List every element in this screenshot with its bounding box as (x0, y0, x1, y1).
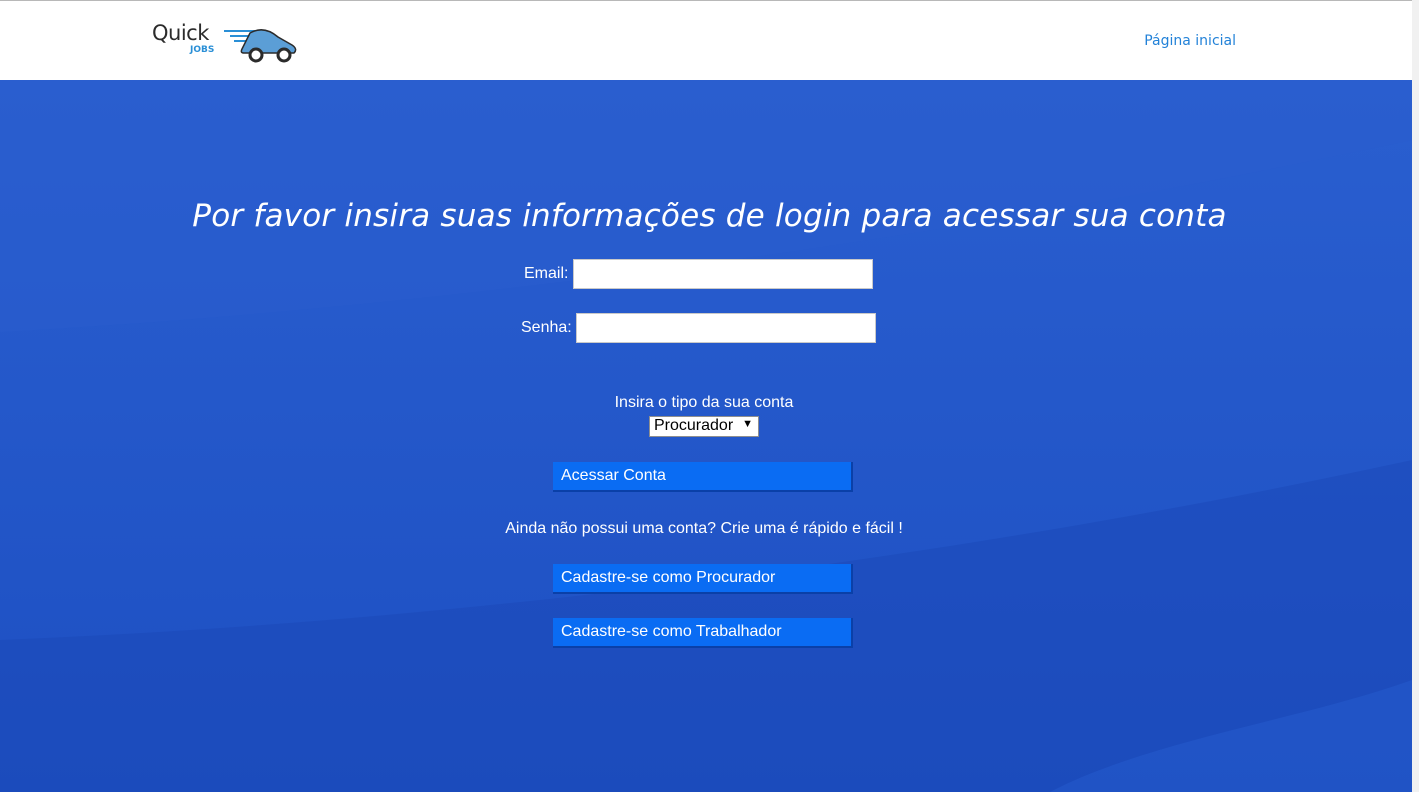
account-type-select[interactable]: Procurador ▼ (649, 416, 759, 437)
login-button[interactable]: Acessar Conta (553, 462, 853, 492)
signup-trabalhador-button[interactable]: Cadastre-se como Trabalhador (553, 618, 853, 648)
email-label: Email: (524, 265, 569, 282)
login-page: Quick JOBS Página inicial Por favor insi… (0, 0, 1419, 792)
quickjobs-logo[interactable]: Quick JOBS (150, 19, 300, 67)
password-label: Senha: (521, 319, 572, 336)
chevron-down-icon: ▼ (742, 418, 753, 430)
scrollbar[interactable] (1412, 0, 1419, 792)
page-title: Por favor insira suas informações de log… (192, 198, 1227, 234)
logo-word: Quick (152, 21, 209, 45)
account-type-value: Procurador (654, 417, 734, 434)
signup-prompt: Ainda não possui uma conta? Crie uma é r… (505, 520, 903, 537)
email-field[interactable] (573, 259, 873, 289)
nav-home-link[interactable]: Página inicial (1144, 33, 1236, 49)
top-navbar: Quick JOBS Página inicial (0, 0, 1412, 80)
signup-procurador-button[interactable]: Cadastre-se como Procurador (553, 564, 853, 594)
truck-icon (224, 29, 297, 63)
account-type-label: Insira o tipo da sua conta (614, 394, 794, 411)
password-field[interactable] (576, 313, 876, 343)
logo-sub: JOBS (190, 45, 215, 55)
